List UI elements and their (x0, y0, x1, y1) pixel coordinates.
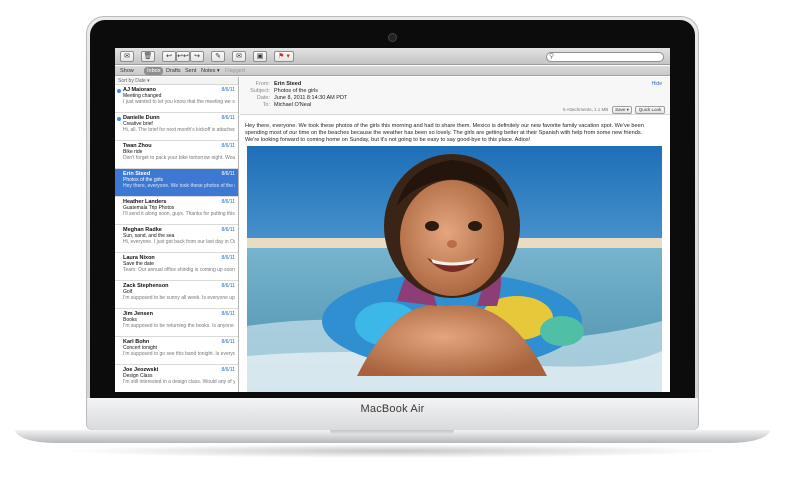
camera-icon (388, 33, 397, 42)
message-date: 8/6/11 (221, 171, 235, 177)
mail-window: ✉ 🗑 ↩ ↩↩ ↪ ✎ ✉ ▣ ⚑ ▾ ⚲ Show Inbox Drafts… (115, 48, 670, 392)
new-message-button[interactable]: ✉ (232, 51, 246, 62)
message-row[interactable]: Karl Bohn 8/6/11 Concert tonight I'm suppos… (115, 337, 238, 365)
forward-button[interactable]: ↪ (190, 51, 204, 62)
get-mail-button[interactable]: ✉ (120, 51, 134, 62)
mail-toolbar: ✉ 🗑 ↩ ↩↩ ↪ ✎ ✉ ▣ ⚑ ▾ ⚲ (115, 48, 670, 65)
brand-label: MacBook Air (360, 403, 425, 415)
message-row[interactable]: Twan Zhou 8/6/11 Bike ride Don't forget to … (115, 141, 238, 169)
message-date: 8/6/11 (221, 339, 235, 345)
to-label: To: (262, 102, 270, 108)
message-header: From: Erin Steed Subject: Photos of the … (240, 77, 670, 115)
message-row[interactable]: Laura Nixon 8/6/11 Save the date Team: Our … (115, 253, 238, 281)
message-preview: I'll send it along soon, guys. Thanks fo… (123, 211, 235, 217)
favorite-inbox[interactable]: Inbox (144, 67, 164, 75)
message-date: 8/6/11 (221, 367, 235, 373)
message-row[interactable]: Meghan Radke 8/6/11 Sun, sand, and the sea… (115, 225, 238, 253)
date-value: June 8, 2011 8:14:30 AM PDT (274, 95, 348, 101)
message-row[interactable]: Joe Jeozwski 8/6/11 Design Class I'm still … (115, 365, 238, 392)
save-attachments-button[interactable]: Save ▾ (612, 106, 632, 114)
unread-dot-icon (117, 117, 121, 121)
beach-photo (247, 146, 662, 392)
message-rows: AJ Maiorano 8/6/11 Meeting changed I just w… (115, 85, 238, 392)
favorites-bar: Show Inbox Drafts Sent Notes ▾ Flagged (115, 66, 670, 76)
message-preview: Hi, everyone. I just got back from our l… (123, 239, 235, 245)
message-date: 8/6/11 (221, 283, 235, 289)
opening-notch (330, 430, 454, 435)
message-date: 8/6/11 (221, 115, 235, 121)
favorite-notes[interactable]: Notes ▾ (201, 66, 220, 76)
sort-control[interactable]: Sort by Date ▾ (115, 77, 238, 85)
attachments-summary: 5 Attachments, 1.1 MB (563, 107, 609, 112)
message-preview: I'm supposed to go see this band tonight… (123, 351, 235, 357)
message-date: 8/6/11 (221, 311, 235, 317)
message-body: Hey there, everyone. We took these photo… (245, 123, 644, 143)
message-date: 8/6/11 (221, 143, 235, 149)
delete-button[interactable]: 🗑 (141, 51, 155, 62)
message-preview: I'm supposed to be returning the books. … (123, 323, 235, 329)
message-row[interactable]: AJ Maiorano 8/6/11 Meeting changed I just w… (115, 85, 238, 113)
laptop-shadow (60, 444, 725, 458)
reply-all-button[interactable]: ↩↩ (176, 51, 190, 62)
to-value[interactable]: Michael O'Neal (274, 102, 311, 108)
message-date: 8/6/11 (221, 87, 235, 93)
message-date: 8/6/11 (221, 199, 235, 205)
favorite-drafts[interactable]: Drafts (166, 66, 181, 76)
message-date: 8/6/11 (221, 255, 235, 261)
message-preview: Hey there, everyone. We took these photo… (123, 183, 235, 189)
message-row[interactable]: Zack Stephenson 8/6/11 Golf I'm supposed to… (115, 281, 238, 309)
from-value[interactable]: Erin Steed (274, 81, 301, 87)
archive-button[interactable]: ▣ (253, 51, 267, 62)
favorite-sent[interactable]: Sent (185, 66, 196, 76)
message-preview: Hi, all. The brief for next month's kick… (123, 127, 235, 133)
reply-button[interactable]: ↩ (162, 51, 176, 62)
message-preview: I'm supposed to be sunny all week. Is ev… (123, 295, 235, 301)
message-row[interactable]: Heather Landers 8/6/11 Guatemala Trip Phot… (115, 197, 238, 225)
unread-dot-icon (117, 89, 121, 93)
message-viewer: From: Erin Steed Subject: Photos of the … (240, 77, 670, 392)
subject-value: Photos of the girls (274, 88, 319, 94)
quick-look-button[interactable]: Quick Look (635, 106, 665, 114)
compose-button[interactable]: ✎ (211, 51, 225, 62)
hide-header-link[interactable]: Hide (652, 81, 662, 87)
show-mailboxes-button[interactable]: Show (120, 66, 134, 76)
message-list: Sort by Date ▾ AJ Maiorano 8/6/11 Meeting … (115, 77, 239, 392)
message-preview: I just wanted to let you know that the m… (123, 99, 235, 105)
message-row[interactable]: Jim Jensen 8/6/11 Books I'm supposed to be … (115, 309, 238, 337)
message-row[interactable]: Erin Steed 8/6/11 Photos of the girls Hey t… (115, 169, 238, 197)
message-preview: Team: Our annual office shindig is comin… (123, 267, 235, 273)
message-preview: I'm still interested in a design class. … (123, 379, 235, 385)
message-preview: Don't forget to pack your bike tomorrow … (123, 155, 235, 161)
favorite-flagged[interactable]: Flagged (225, 66, 245, 76)
date-label: Date: (256, 95, 270, 101)
flag-button[interactable]: ⚑ ▾ (274, 51, 294, 62)
search-field[interactable]: ⚲ (546, 52, 664, 62)
from-label: From: (255, 81, 270, 87)
message-date: 8/6/11 (221, 227, 235, 233)
subject-label: Subject: (250, 88, 270, 94)
search-icon: ⚲ (549, 53, 555, 60)
message-row[interactable]: Danielle Dunn 8/6/11 Creative brief Hi, all… (115, 113, 238, 141)
